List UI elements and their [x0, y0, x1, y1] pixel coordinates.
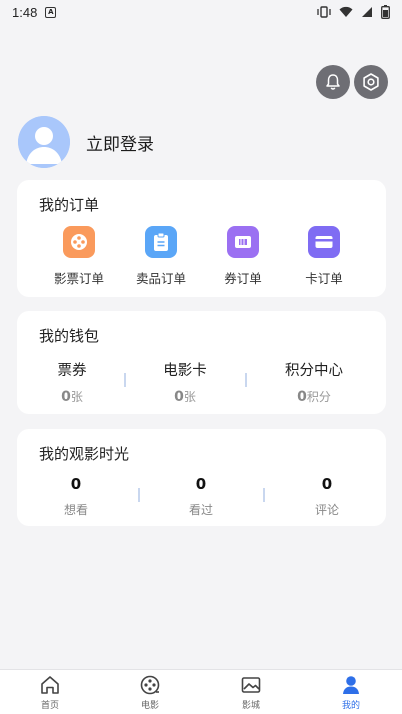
film-reel-icon [63, 226, 95, 258]
tab-mine[interactable]: 我的 [321, 674, 381, 711]
signal-icon [362, 7, 372, 17]
clipboard-icon [145, 226, 177, 258]
wallet-item-name: 电影卡 [163, 363, 207, 379]
tab-home[interactable]: 首页 [20, 674, 80, 711]
home-icon [41, 676, 59, 694]
wallet-title: 我的钱包 [39, 327, 100, 345]
film-icon [140, 675, 160, 695]
status-icons [317, 5, 390, 19]
movie-item-watched[interactable]: 0 看过 [161, 475, 241, 518]
profile-icon [343, 676, 359, 694]
settings-button[interactable] [354, 65, 388, 99]
movie-time-title: 我的观影时光 [39, 445, 130, 463]
tab-label: 电影 [140, 701, 159, 711]
order-label: 卖品订单 [135, 271, 186, 286]
divider [124, 373, 126, 387]
wallet-item-value: 0积分 [297, 389, 331, 405]
wallet-item-movie-card[interactable]: 电影卡 0张 [135, 359, 235, 405]
order-item-tickets[interactable]: 影票订单 [39, 226, 119, 287]
movie-item-label: 看过 [188, 503, 213, 517]
movie-item-want[interactable]: 0 想看 [36, 475, 116, 518]
notification-button[interactable] [316, 65, 350, 99]
wallet-item-points[interactable]: 积分中心 0积分 [264, 359, 364, 405]
movie-time-card: 我的观影时光 0 想看 0 看过 0 评论 [17, 429, 386, 526]
gear-icon [363, 73, 379, 91]
battery-icon [381, 5, 390, 19]
wallet-card: 我的钱包 票券 0张 电影卡 0张 积分中心 0积分 [17, 311, 386, 414]
login-link[interactable]: 立即登录 [86, 130, 154, 155]
orders-card: 我的订单 影票订单 卖品订单 券订单 卡订单 [17, 180, 386, 297]
movie-item-count: 0 [195, 475, 207, 493]
wallet-item-value: 0张 [174, 389, 196, 405]
tab-label: 首页 [40, 701, 59, 711]
profile-header[interactable]: 立即登录 [18, 116, 154, 168]
order-label: 券订单 [224, 271, 262, 286]
wifi-icon [339, 6, 353, 17]
movie-item-count: 0 [70, 475, 82, 493]
movie-item-comments[interactable]: 0 评论 [287, 475, 367, 518]
order-item-coupons[interactable]: 券订单 [203, 226, 283, 287]
movie-item-label: 想看 [63, 503, 88, 517]
cinema-icon [241, 677, 261, 693]
status-bar: 1:48 A [0, 0, 402, 24]
default-avatar-icon [18, 116, 70, 168]
order-item-cards[interactable]: 卡订单 [284, 226, 364, 287]
wallet-item-name: 票券 [57, 363, 87, 379]
order-label: 卡订单 [305, 271, 343, 286]
order-label: 影票订单 [53, 271, 104, 286]
notification-icon: A [45, 6, 57, 18]
tab-label: 影城 [241, 701, 260, 711]
status-time: 1:48 [12, 4, 38, 20]
tab-label: 我的 [341, 701, 360, 711]
divider [138, 488, 140, 502]
movie-item-label: 评论 [314, 503, 339, 517]
wallet-item-tickets[interactable]: 票券 0张 [22, 359, 122, 405]
divider [263, 488, 265, 502]
wallet-item-name: 积分中心 [285, 363, 343, 379]
vibrate-icon [317, 6, 331, 18]
tab-movies[interactable]: 电影 [120, 674, 180, 711]
wallet-item-value: 0张 [61, 389, 83, 405]
bell-icon [326, 74, 340, 90]
tab-cinemas[interactable]: 影城 [221, 674, 281, 711]
orders-title: 我的订单 [39, 196, 100, 214]
avatar[interactable] [18, 116, 70, 168]
bottom-tab-bar: 首页 电影 影城 我的 [0, 669, 402, 714]
movie-item-count: 0 [321, 475, 333, 493]
divider [245, 373, 247, 387]
order-item-snacks[interactable]: 卖品订单 [121, 226, 201, 287]
card-icon [308, 226, 340, 258]
ticket-icon [227, 226, 259, 258]
